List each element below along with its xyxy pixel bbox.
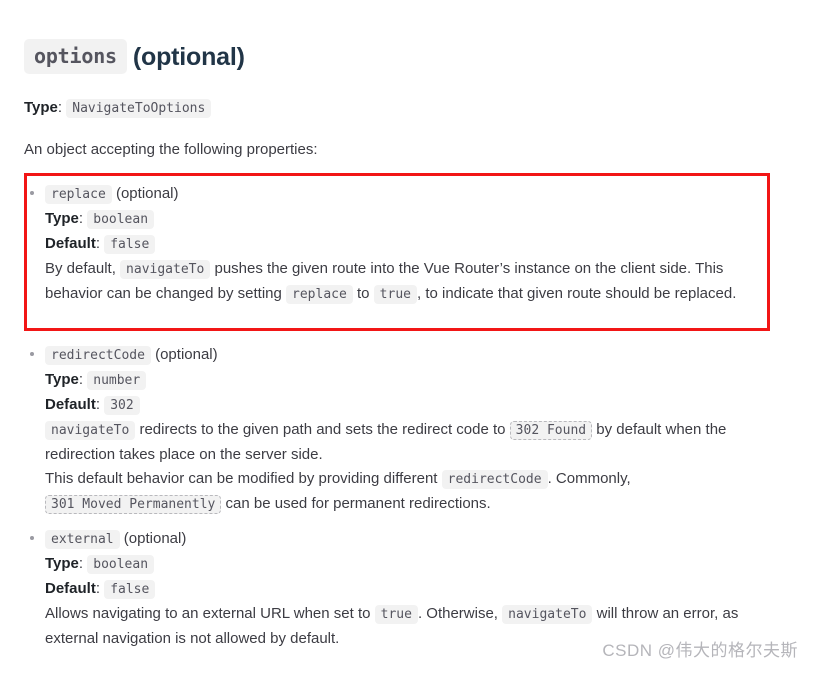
type-value: boolean <box>87 555 155 574</box>
type-value: boolean <box>87 210 155 229</box>
property-type-row: Type: boolean <box>45 207 806 232</box>
default-value: false <box>104 580 156 599</box>
property-name-row: replace (optional) <box>45 182 806 207</box>
default-value: 302 <box>104 396 140 415</box>
property-optional: (optional) <box>123 530 187 547</box>
property-optional: (optional) <box>115 185 179 202</box>
bullet-marker <box>30 352 34 356</box>
list-item: external (optional) Type: boolean Defaul… <box>28 527 806 651</box>
property-name: external <box>45 530 120 549</box>
property-description: navigateTo redirects to the given path a… <box>45 421 727 463</box>
property-description: This default behavior can be modified by… <box>45 470 631 514</box>
page-title-suffix: (optional) <box>132 42 245 71</box>
property-name: redirectCode <box>45 346 151 365</box>
inline-code: redirectCode <box>441 470 548 489</box>
default-value: false <box>104 235 156 254</box>
documentation-page: options (optional) Type: NavigateToOption… <box>0 0 816 675</box>
inline-code: replace <box>286 285 353 304</box>
type-label: Type <box>24 99 58 116</box>
property-type-row: Type: boolean <box>45 552 806 577</box>
default-label: Default <box>45 580 96 597</box>
list-item: replace (optional) Type: boolean Default… <box>28 182 806 307</box>
inline-code: navigateTo <box>502 605 593 624</box>
property-default-row: Default: false <box>45 577 806 602</box>
intro-text: An object accepting the following proper… <box>24 141 318 158</box>
list-item: redirectCode (optional) Type: number Def… <box>28 343 806 517</box>
inline-code: true <box>373 285 417 304</box>
page-title-code: options <box>24 38 127 74</box>
property-default-row: Default: false <box>45 232 806 257</box>
inline-code: true <box>374 605 418 624</box>
property-name-row: redirectCode (optional) <box>45 343 806 368</box>
property-type-row: Type: number <box>45 368 806 393</box>
property-default-row: Default: 302 <box>45 393 806 418</box>
page-title: options (optional) <box>24 38 245 74</box>
inline-code-link[interactable]: 302 Found <box>509 421 593 440</box>
type-separator: : <box>57 99 63 116</box>
property-name: replace <box>45 185 112 204</box>
property-name-row: external (optional) <box>45 527 806 552</box>
inline-code-link[interactable]: 301 Moved Permanently <box>45 495 222 514</box>
inline-code: navigateTo <box>45 421 136 440</box>
watermark: CSDN @伟大的格尔夫斯 <box>602 641 798 660</box>
bullet-marker <box>30 536 34 540</box>
inline-code: navigateTo <box>120 260 211 279</box>
property-description: By default, navigateTo pushes the given … <box>45 260 737 304</box>
type-label: Type <box>45 371 79 388</box>
type-label: Type <box>45 210 79 227</box>
type-label: Type <box>45 555 79 572</box>
bullet-marker <box>30 191 34 195</box>
type-value: number <box>87 371 147 390</box>
type-line: Type: NavigateToOptions <box>24 99 212 118</box>
property-optional: (optional) <box>155 346 218 363</box>
default-label: Default <box>45 396 96 413</box>
type-value: NavigateToOptions <box>66 99 212 118</box>
default-label: Default <box>45 235 96 252</box>
